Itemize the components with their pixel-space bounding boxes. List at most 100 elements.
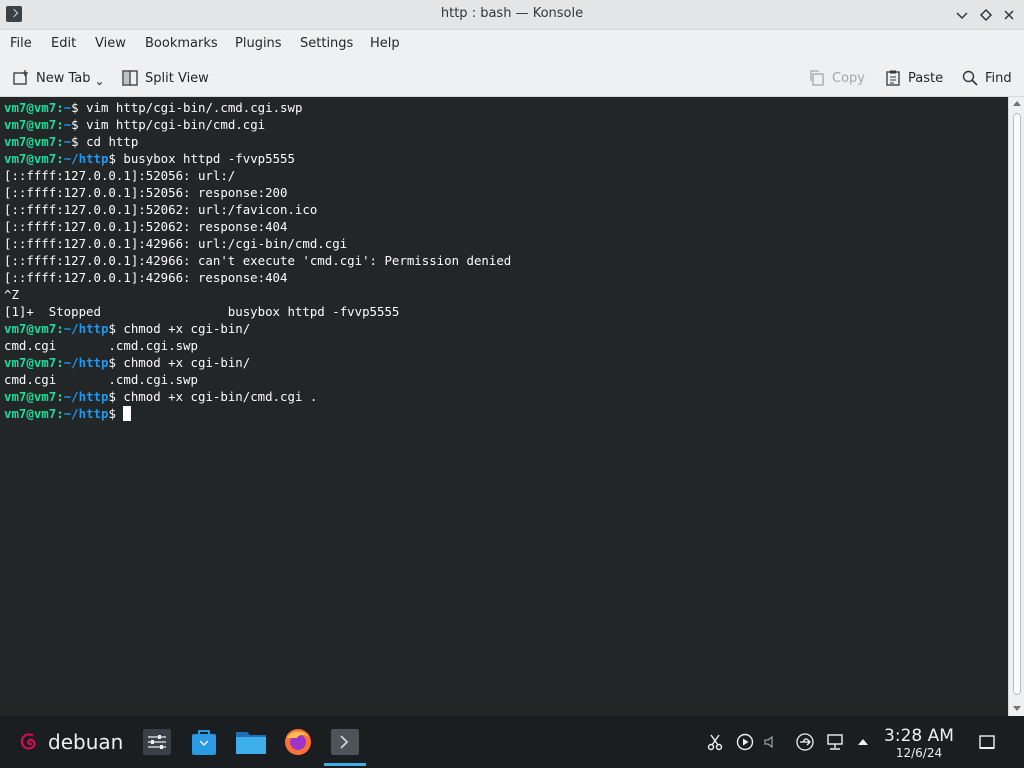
tray-media-player-icon[interactable] (735, 732, 755, 752)
chevron-down-icon (956, 12, 968, 20)
scroll-down-arrow-icon[interactable] (1013, 706, 1021, 711)
output-text: [::ffff:127.0.0.1]:52062: response:404 (4, 219, 288, 234)
terminal-line: cmd.cgi .cmd.cgi.swp (4, 371, 198, 388)
terminal-line: [::ffff:127.0.0.1]:52062: url:/favicon.i… (4, 201, 317, 218)
chevron-down-icon[interactable]: ⌄ (95, 74, 105, 88)
menu-plugins[interactable]: Plugins (235, 36, 282, 51)
prompt-user: vm7@vm7 (4, 100, 57, 115)
minimize-button[interactable] (952, 5, 972, 25)
prompt-path: ~/http (63, 321, 109, 336)
application-launcher[interactable]: debuan (18, 730, 123, 754)
command-text (116, 406, 123, 421)
digital-clock[interactable]: 3:28 AM 12/6/24 (884, 726, 954, 760)
split-view-icon (122, 70, 138, 86)
taskbar-konsole[interactable] (324, 726, 366, 766)
new-tab-label: New Tab (36, 70, 91, 86)
tray-volume-icon[interactable] (761, 732, 781, 752)
output-text: [1]+ Stopped busybox httpd -fvvp5555 (4, 304, 400, 319)
menu-bar: File Edit View Bookmarks Plugins Setting… (0, 30, 1024, 59)
close-icon (1004, 10, 1014, 20)
network-wired-icon (827, 734, 843, 750)
menu-settings[interactable]: Settings (300, 36, 353, 51)
command-text: chmod +x cgi-bin/ (115, 321, 251, 336)
terminal-line: [::ffff:127.0.0.1]:42966: url:/cgi-bin/c… (4, 235, 347, 252)
terminal-line: [::ffff:127.0.0.1]:52056: url:/ (4, 167, 235, 184)
clock-date: 12/6/24 (895, 746, 943, 760)
launcher-label: debuan (48, 730, 124, 754)
prompt-user: vm7@vm7 (4, 134, 57, 149)
taskbar-file-manager[interactable] (234, 726, 268, 758)
terminal-line: vm7@vm7:~$ vim http/cgi-bin/cmd.cgi (4, 117, 266, 132)
find-button[interactable]: Find (961, 68, 1012, 88)
taskbar-firefox[interactable] (281, 726, 315, 758)
output-text: [::ffff:127.0.0.1]:52056: response:200 (4, 185, 288, 200)
new-tab-button[interactable]: New Tab ⌄ (12, 68, 105, 88)
copy-label: Copy (832, 70, 865, 86)
prompt-path: ~/http (63, 355, 109, 370)
prompt-user: vm7@vm7 (4, 117, 57, 132)
paste-icon (886, 70, 900, 86)
taskbar-system-settings[interactable] (140, 726, 174, 758)
tray-network-icon[interactable] (825, 732, 845, 752)
terminal-line: vm7@vm7:~/http$ chmod +x cgi-bin/ (4, 355, 251, 370)
tray-scissors-icon[interactable] (705, 732, 725, 752)
prompt-user: vm7@vm7 (4, 389, 57, 404)
tray-expander[interactable] (853, 732, 873, 752)
output-text: cmd.cgi .cmd.cgi.swp (4, 372, 198, 387)
split-view-button[interactable]: Split View (121, 68, 209, 88)
shopping-bag-icon (192, 730, 216, 755)
terminal-icon (331, 729, 359, 755)
terminal-line: [::ffff:127.0.0.1]:52056: response:200 (4, 184, 287, 201)
show-desktop-button[interactable] (977, 732, 997, 752)
window-title: http : bash — Konsole (440, 6, 584, 21)
scrollbar-thumb[interactable] (1013, 113, 1021, 695)
maximize-button[interactable] (976, 5, 996, 25)
show-desktop-icon (979, 735, 995, 749)
scissors-icon (707, 734, 723, 751)
command-text: vim http/cgi-bin/.cmd.cgi.swp (78, 100, 303, 115)
diamond-icon (979, 8, 993, 22)
clock-time: 3:28 AM (884, 726, 954, 746)
terminal-line: [::ffff:127.0.0.1]:42966: response:404 (4, 269, 287, 286)
terminal-line: vm7@vm7:~/http$ (4, 405, 132, 422)
prompt-user: vm7@vm7 (4, 321, 57, 336)
text-cursor (123, 406, 132, 421)
terminal-line: vm7@vm7:~$ vim http/cgi-bin/.cmd.cgi.swp (4, 100, 303, 115)
toolbar: New Tab ⌄ Split View Copy Paste Find (0, 59, 1024, 97)
usb-icon (796, 733, 814, 751)
copy-button[interactable]: Copy (808, 68, 865, 88)
prompt-path: ~/http (63, 151, 109, 166)
terminal-scrollbar[interactable] (1008, 97, 1024, 716)
menu-bookmarks[interactable]: Bookmarks (145, 36, 218, 51)
speaker-muted-icon (764, 735, 773, 749)
command-text: busybox httpd -fvvp5555 (115, 151, 295, 166)
menu-view[interactable]: View (95, 36, 126, 51)
output-text: cmd.cgi .cmd.cgi.swp (4, 338, 198, 353)
title-bar: http : bash — Konsole (0, 0, 1024, 30)
search-icon (962, 70, 978, 86)
terminal-line: [::ffff:127.0.0.1]:52062: response:404 (4, 218, 287, 235)
terminal-line: vm7@vm7:~$ cd http (4, 134, 139, 149)
prompt-user: vm7@vm7 (4, 151, 57, 166)
terminal-line: [1]+ Stopped busybox httpd -fvvp5555 (4, 303, 399, 320)
command-text: chmod +x cgi-bin/ (115, 355, 251, 370)
taskbar-software-store[interactable] (187, 726, 221, 758)
terminal-output[interactable]: vm7@vm7:~$ vim http/cgi-bin/.cmd.cgi.swp… (0, 97, 1008, 716)
debian-swirl-icon (20, 733, 36, 750)
output-text: [::ffff:127.0.0.1]:42966: can't execute … (4, 253, 512, 268)
menu-help[interactable]: Help (370, 36, 400, 51)
play-circle-icon (736, 733, 754, 751)
scroll-up-arrow-icon[interactable] (1013, 101, 1021, 106)
menu-edit[interactable]: Edit (51, 36, 76, 51)
paste-button[interactable]: Paste (884, 68, 943, 88)
folder-icon (236, 732, 266, 754)
output-text: [::ffff:127.0.0.1]:42966: url:/cgi-bin/c… (4, 236, 348, 251)
command-text: cd http (78, 134, 139, 149)
paste-label: Paste (908, 70, 944, 86)
terminal-line: vm7@vm7:~/http$ chmod +x cgi-bin/cmd.cgi… (4, 389, 318, 404)
command-text: chmod +x cgi-bin/cmd.cgi . (115, 389, 318, 404)
menu-file[interactable]: File (10, 36, 32, 51)
tray-usb-icon[interactable] (795, 732, 815, 752)
prompt-user: vm7@vm7 (4, 406, 57, 421)
close-button[interactable] (999, 5, 1019, 25)
